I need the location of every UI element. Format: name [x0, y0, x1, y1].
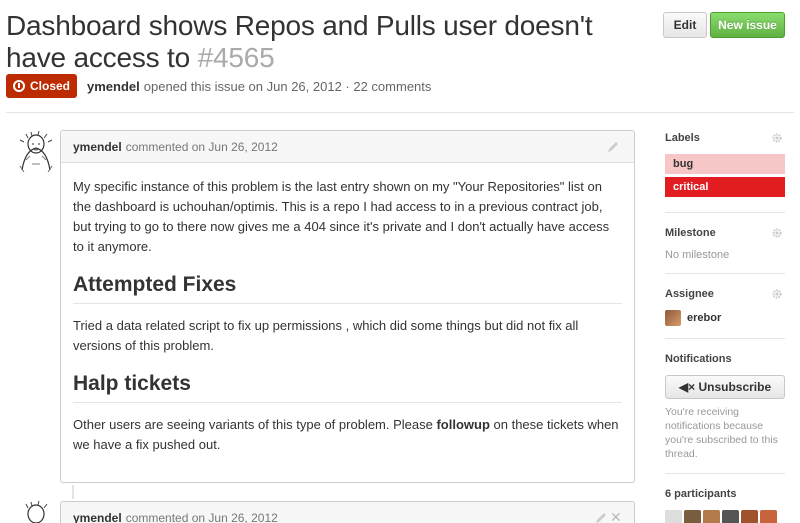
comment: ymendel commented on Jun 26, 2012 ✕: [60, 501, 635, 523]
assignee-section: Assignee erebor: [665, 286, 785, 339]
unsubscribe-label: Unsubscribe: [698, 380, 772, 394]
milestone-value: No milestone: [665, 249, 730, 261]
sketch-portrait-avatar: [14, 500, 58, 523]
comment-date[interactable]: commented on Jun 26, 2012: [126, 140, 278, 154]
sketch-portrait-avatar: [14, 130, 58, 174]
participant-avatar[interactable]: [684, 510, 701, 523]
participant-avatar[interactable]: [741, 510, 758, 523]
label-critical[interactable]: critical: [665, 177, 785, 197]
mute-speaker-icon: ◀×: [678, 380, 696, 394]
issue-meta-text: opened this issue on Jun 26, 2012 · 22 c…: [143, 78, 432, 94]
closed-badge: Closed: [6, 74, 78, 98]
avatar[interactable]: [14, 130, 58, 174]
closed-issue-icon: [13, 80, 25, 92]
bold-text: followup: [436, 417, 490, 432]
comment: ymendel commented on Jun 26, 2012 My spe…: [60, 130, 635, 483]
assignee-avatar: [665, 310, 681, 326]
label-bug[interactable]: bug: [665, 154, 785, 174]
avatar[interactable]: [14, 500, 58, 523]
labels-section: Labels bug critical: [665, 130, 785, 213]
gear-icon[interactable]: [771, 227, 783, 239]
unsubscribe-button[interactable]: ◀× Unsubscribe: [665, 375, 785, 399]
issue-title-text: Dashboard shows Repos and Pulls user doe…: [6, 10, 593, 73]
timeline-connector: [72, 485, 74, 499]
section-heading: Attempted Fixes: [73, 271, 622, 304]
notifications-title: Notifications: [665, 353, 732, 365]
participant-avatar[interactable]: [722, 510, 739, 523]
issue-meta: Closed ymendel opened this issue on Jun …: [6, 74, 431, 98]
participant-avatar[interactable]: [665, 510, 682, 523]
assignee-name: erebor: [687, 312, 722, 324]
notifications-section: Notifications ◀× Unsubscribe You're rece…: [665, 351, 785, 474]
comment-paragraph: My specific instance of this problem is …: [73, 179, 610, 254]
divider: [6, 112, 794, 113]
milestone-section: Milestone No milestone: [665, 225, 785, 274]
comment-paragraph: Tried a data related script to fix up pe…: [73, 318, 579, 353]
gear-icon[interactable]: [771, 288, 783, 300]
milestone-title: Milestone: [665, 227, 716, 239]
assignee-title: Assignee: [665, 288, 714, 300]
issue-title: Dashboard shows Repos and Pulls user doe…: [6, 10, 646, 74]
participants-avatars: [665, 510, 785, 523]
close-icon[interactable]: ✕: [610, 510, 624, 523]
participants-title: 6 participants: [665, 488, 737, 500]
new-issue-button[interactable]: New issue: [710, 12, 785, 38]
pencil-icon[interactable]: [606, 140, 620, 154]
pencil-icon[interactable]: [594, 511, 608, 523]
comment-date[interactable]: commented on Jun 26, 2012: [126, 511, 278, 523]
labels-title: Labels: [665, 132, 700, 144]
participant-avatar[interactable]: [760, 510, 777, 523]
edit-button[interactable]: Edit: [663, 12, 707, 38]
issue-number: #4565: [197, 42, 275, 73]
section-heading: Halp tickets: [73, 370, 622, 403]
state-label: Closed: [30, 79, 71, 93]
comment-author-link[interactable]: ymendel: [73, 511, 122, 523]
comment-body: My specific instance of this problem is …: [61, 163, 634, 479]
comment-header: ymendel commented on Jun 26, 2012 ✕: [61, 502, 634, 523]
comment-paragraph: Other users are seeing variants of this …: [73, 415, 622, 455]
issue-author-link[interactable]: ymendel: [87, 79, 140, 94]
paragraph-text: Other users are seeing variants of this …: [73, 417, 437, 432]
participants-section: 6 participants: [665, 486, 785, 523]
comment-header: ymendel commented on Jun 26, 2012: [61, 131, 634, 163]
comment-author-link[interactable]: ymendel: [73, 140, 122, 154]
gear-icon[interactable]: [771, 132, 783, 144]
notifications-note: You're receiving notifications because y…: [665, 406, 778, 460]
participant-avatar[interactable]: [703, 510, 720, 523]
assignee[interactable]: erebor: [665, 310, 785, 326]
issue-sidebar: Labels bug critical Milestone No milesto…: [665, 130, 785, 523]
